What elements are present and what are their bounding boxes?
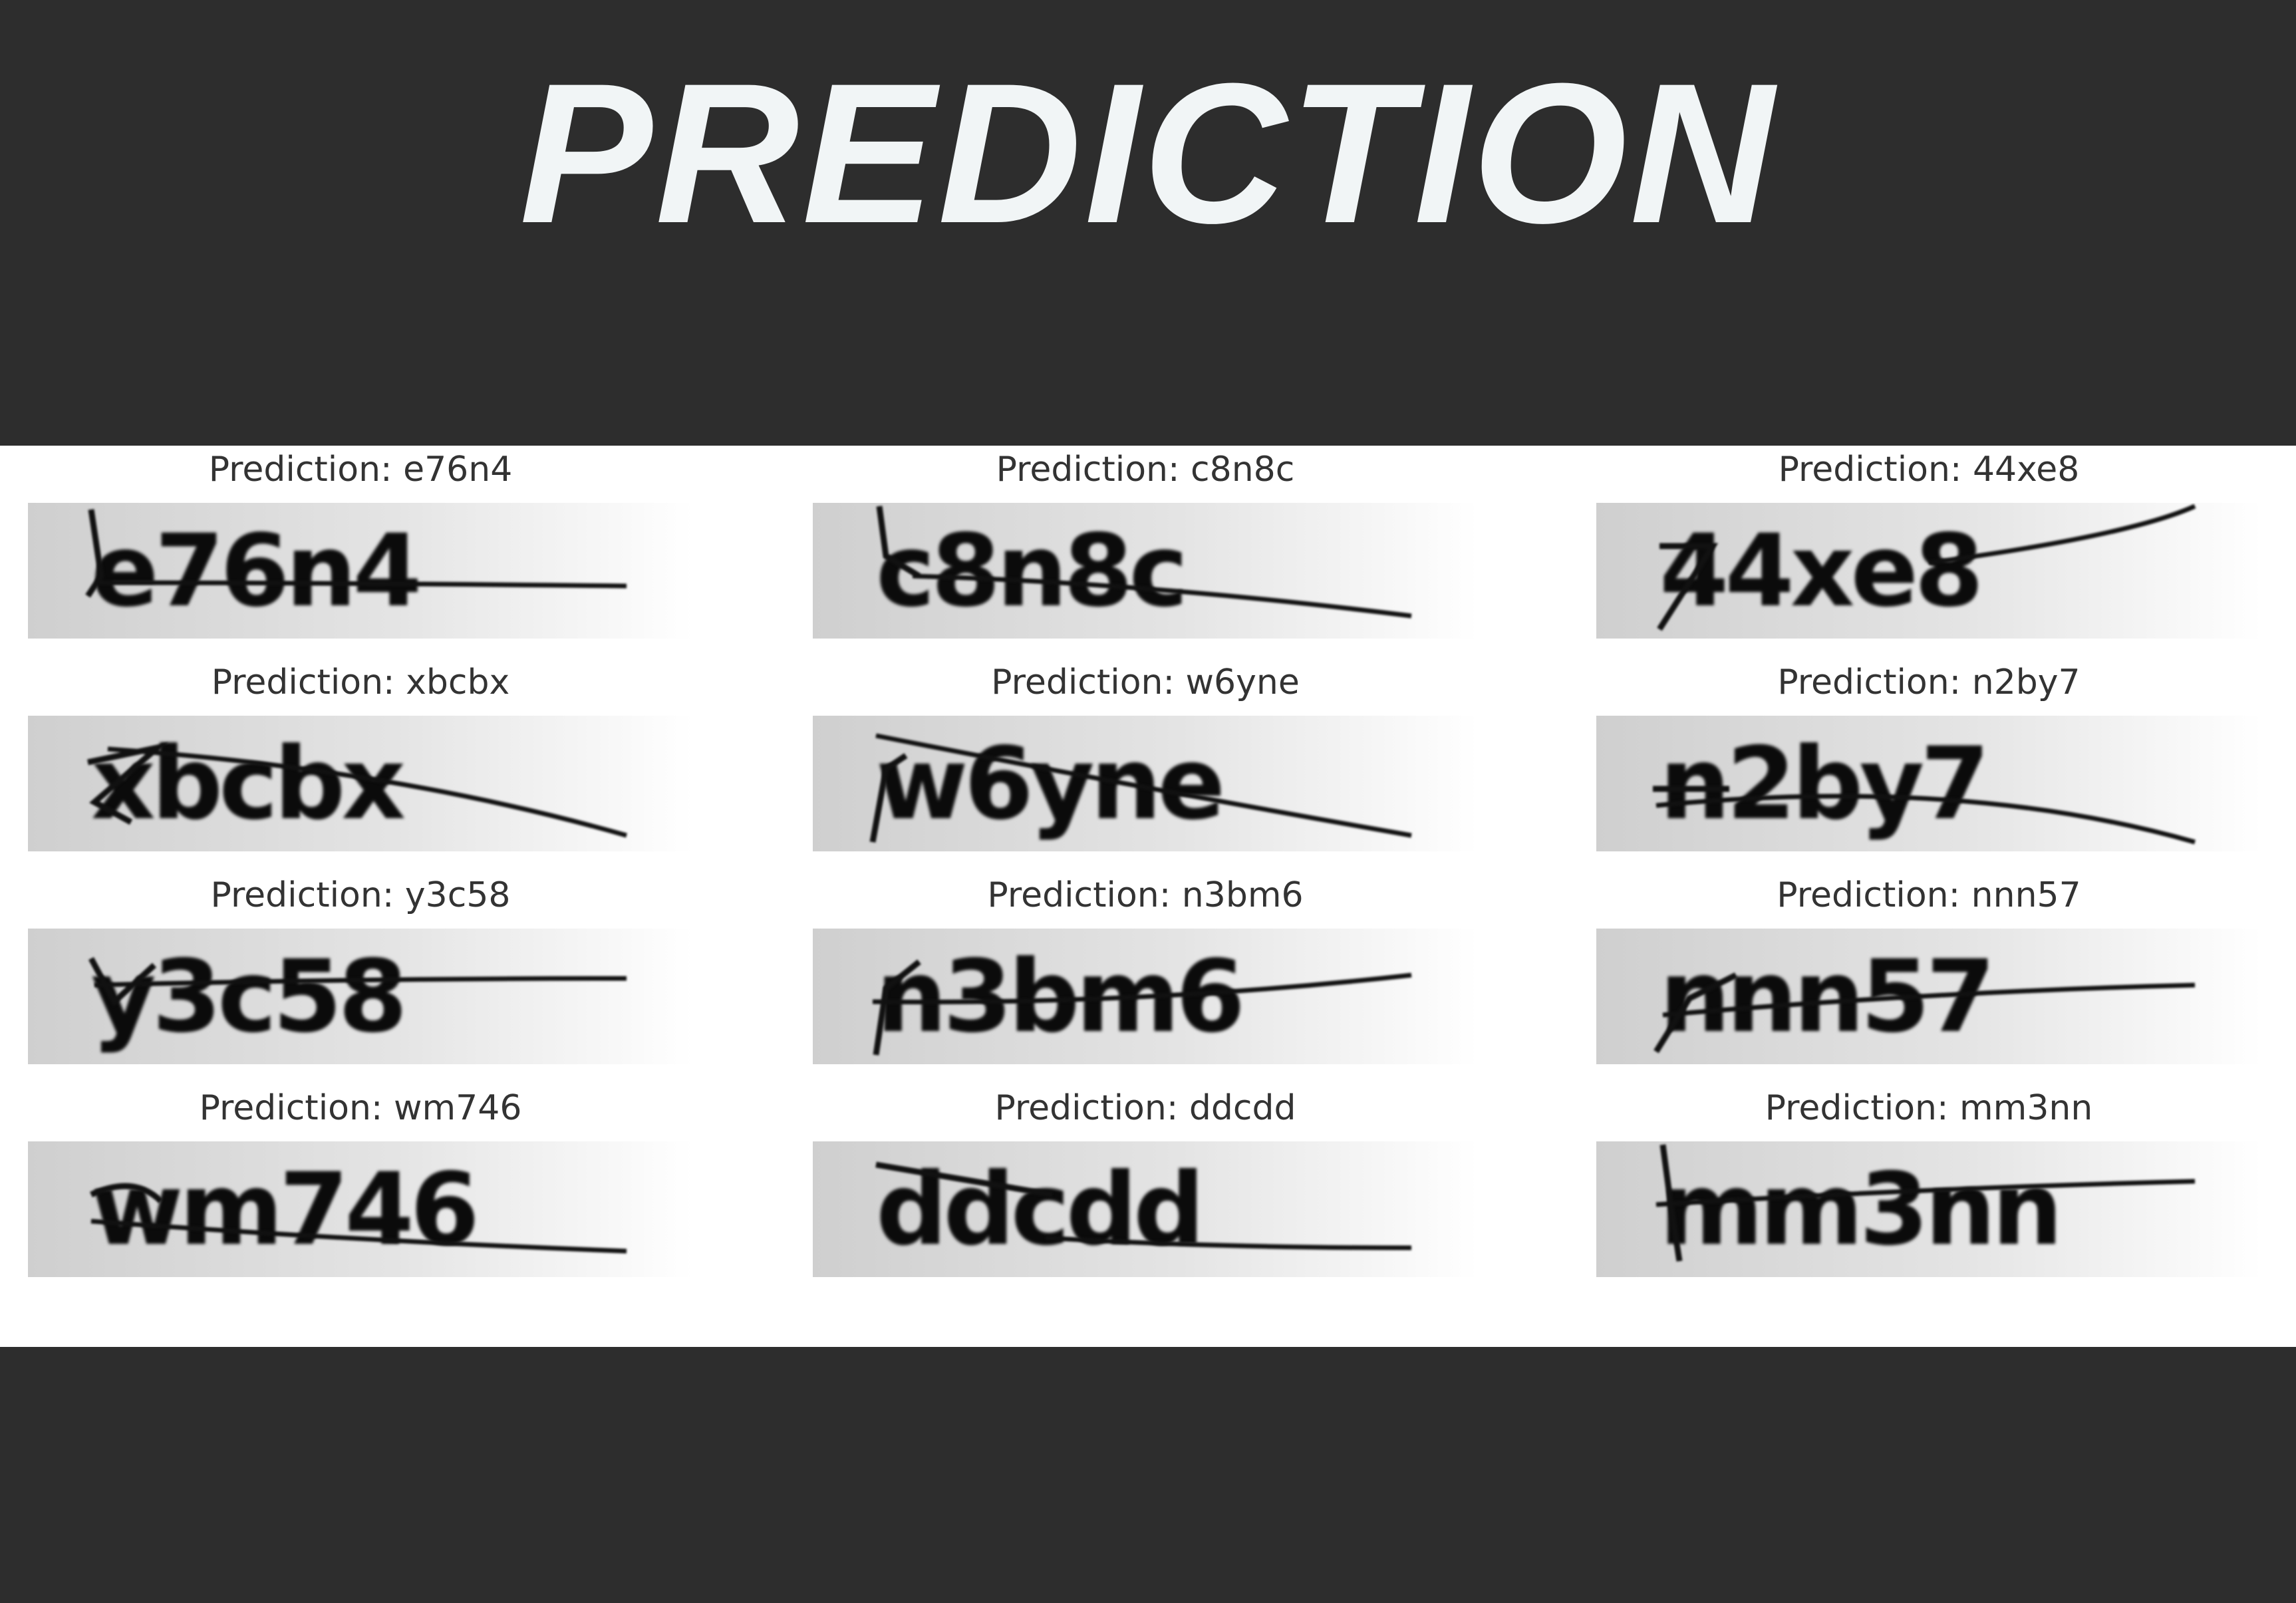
prediction-cell: Prediction: xbcbx xbcbx: [28, 658, 693, 851]
prediction-grid: Prediction: e76n4 e76n4 Prediction: c8n8…: [0, 446, 2296, 1347]
captcha-noise-line: [1653, 786, 2196, 845]
prediction-label: Prediction: mm3nn: [1765, 1088, 2093, 1128]
prediction-label: Prediction: y3c58: [210, 875, 511, 915]
captcha-image: n2by7: [1596, 716, 2261, 851]
prediction-label: Prediction: e76n4: [208, 450, 513, 490]
prediction-label: Prediction: n3bm6: [987, 875, 1304, 915]
prediction-cell: Prediction: ddcdd ddcdd: [813, 1084, 1478, 1277]
captcha-image: 44xe8: [1596, 503, 2261, 639]
prediction-cell: Prediction: n3bm6 n3bm6: [813, 871, 1478, 1064]
prediction-cell: Prediction: e76n4 e76n4: [28, 446, 693, 639]
prediction-label: Prediction: 44xe8: [1778, 450, 2080, 490]
page-title: PREDICTION: [519, 41, 1777, 265]
captcha-noise-line: [869, 733, 1412, 843]
captcha-image: n3bm6: [813, 929, 1478, 1064]
prediction-cell: Prediction: c8n8c c8n8c: [813, 446, 1478, 639]
captcha-image: nnn57: [1596, 929, 2261, 1064]
prediction-label: Prediction: wm746: [199, 1088, 522, 1128]
prediction-label: Prediction: n2by7: [1777, 662, 2081, 702]
captcha-noise-line: [1657, 504, 2196, 631]
prediction-label: Prediction: c8n8c: [996, 450, 1295, 490]
prediction-label: Prediction: w6yne: [991, 662, 1300, 702]
captcha-image: y3c58: [28, 929, 693, 1064]
captcha-noise-line: [1655, 1144, 2196, 1262]
captcha-image: ddcdd: [813, 1141, 1478, 1277]
captcha-image: mm3nn: [1596, 1141, 2261, 1277]
prediction-cell: Prediction: y3c58 y3c58: [28, 871, 693, 1064]
prediction-label: Prediction: xbcbx: [211, 662, 510, 702]
captcha-noise-line: [872, 959, 1412, 1056]
captcha-noise-line: [90, 1183, 627, 1254]
prediction-cell: Prediction: nnn57 nnn57: [1596, 871, 2261, 1064]
prediction-cell: Prediction: 44xe8 44xe8: [1596, 446, 2261, 639]
prediction-cell: Prediction: w6yne w6yne: [813, 658, 1478, 851]
captcha-noise-line: [876, 506, 1412, 619]
captcha-image: c8n8c: [813, 503, 1478, 639]
captcha-image: w6yne: [813, 716, 1478, 851]
captcha-noise-line: [85, 509, 627, 598]
prediction-cell: Prediction: mm3nn mm3nn: [1596, 1084, 2261, 1277]
prediction-cell: Prediction: n2by7 n2by7: [1596, 658, 2261, 851]
captcha-image: wm746: [28, 1141, 693, 1277]
captcha-noise-line: [88, 956, 627, 1007]
prediction-cell: Prediction: wm746 wm746: [28, 1084, 693, 1277]
captcha-image: e76n4: [28, 503, 693, 639]
prediction-label: Prediction: nnn57: [1777, 875, 2081, 915]
captcha-noise-line: [1653, 972, 2196, 1054]
prediction-label: Prediction: ddcdd: [994, 1088, 1296, 1128]
captcha-noise-line: [875, 1161, 1412, 1250]
captcha-image: xbcbx: [28, 716, 693, 851]
captcha-noise-line: [87, 742, 627, 838]
